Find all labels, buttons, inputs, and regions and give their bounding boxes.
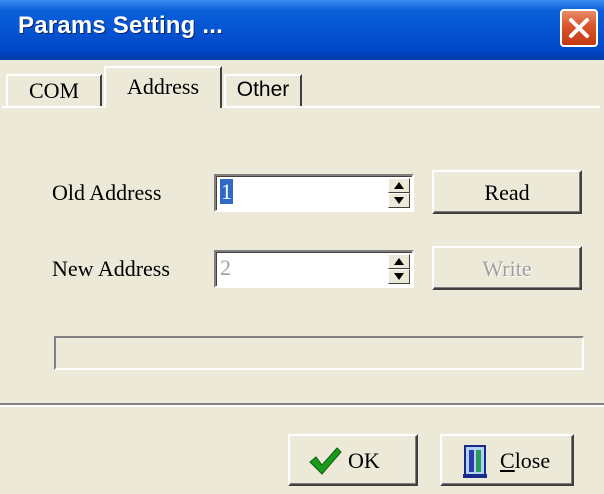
arrow-up-icon — [394, 182, 404, 189]
old-address-input[interactable]: 1 — [220, 179, 233, 205]
arrow-down-icon — [394, 273, 404, 280]
close-label: Close — [500, 448, 550, 474]
tab-com[interactable]: COM — [6, 74, 102, 106]
params-setting-dialog: Params Setting ... COM Address Other Old… — [0, 0, 604, 494]
footer-separator — [0, 403, 604, 407]
ok-label: OK — [348, 448, 380, 473]
close-label-rest: lose — [514, 448, 551, 473]
old-address-value: 1 — [220, 179, 233, 204]
checkmark-icon — [309, 447, 342, 475]
new-address-label: New Address — [52, 256, 170, 281]
old-address-down-button[interactable] — [388, 193, 410, 208]
tab-other-label: Other — [236, 78, 290, 101]
title-bar[interactable]: Params Setting ... — [0, 0, 604, 60]
tab-address-label: Address — [126, 74, 200, 99]
old-address-up-button[interactable] — [388, 178, 410, 193]
old-address-spin-buttons — [388, 178, 410, 208]
close-button[interactable]: Close — [440, 434, 574, 486]
new-address-spin-buttons — [388, 254, 410, 284]
new-address-up-button[interactable] — [388, 254, 410, 269]
old-address-spinner[interactable]: 1 — [214, 174, 414, 212]
window-close-button[interactable] — [560, 9, 598, 47]
arrow-down-icon — [394, 197, 404, 204]
arrow-up-icon — [394, 258, 404, 265]
read-button[interactable]: Read — [432, 170, 582, 214]
ok-button[interactable]: OK — [288, 434, 418, 486]
tab-other[interactable]: Other — [224, 74, 302, 106]
new-address-spinner[interactable]: 2 — [214, 250, 414, 288]
tab-com-label: COM — [28, 78, 80, 103]
tab-strip: COM Address Other — [0, 66, 604, 108]
window-title: Params Setting ... — [18, 12, 223, 39]
old-address-label: Old Address — [52, 180, 162, 205]
close-icon — [569, 18, 589, 38]
new-address-value[interactable]: 2 — [220, 255, 231, 281]
tab-address[interactable]: Address — [104, 66, 222, 108]
write-button[interactable]: Write — [432, 246, 582, 290]
new-address-down-button[interactable] — [388, 269, 410, 284]
door-exit-icon — [463, 445, 487, 478]
close-label-mnemonic: C — [500, 448, 515, 473]
progress-bar — [54, 336, 584, 370]
